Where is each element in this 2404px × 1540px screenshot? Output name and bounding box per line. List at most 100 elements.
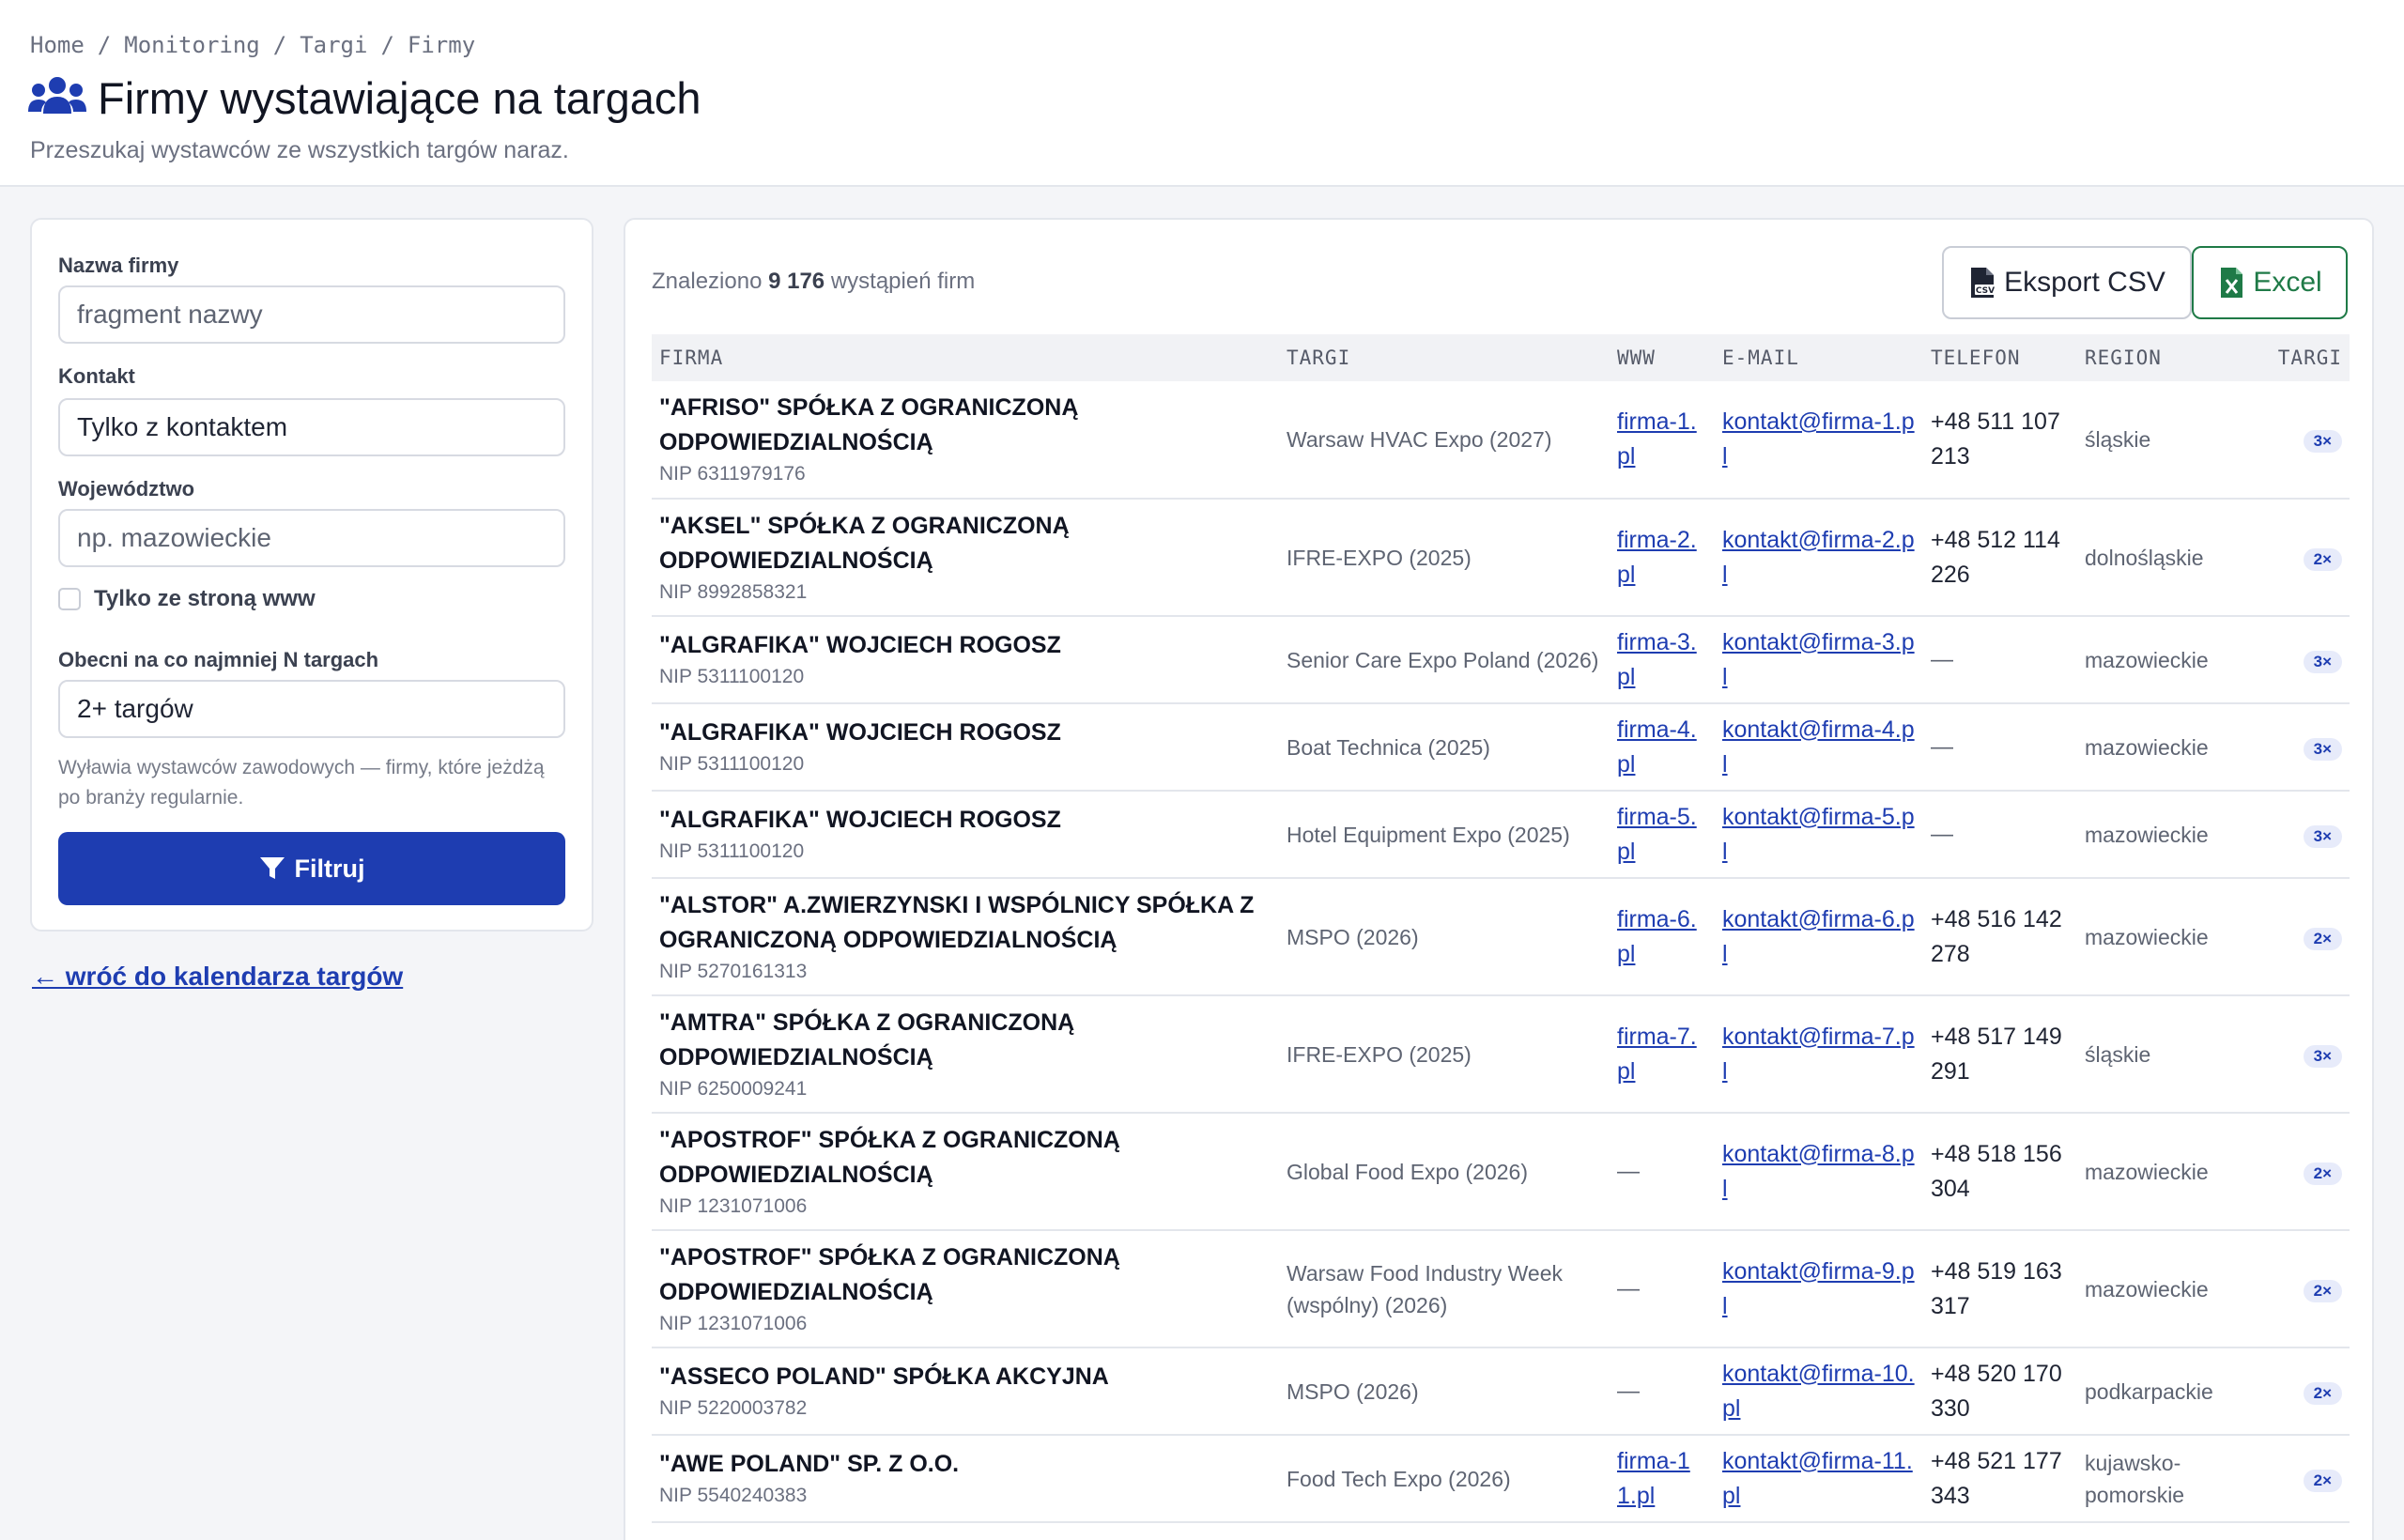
- www-link[interactable]: firma-3.pl: [1617, 629, 1697, 690]
- www-link[interactable]: firma-5.pl: [1617, 804, 1697, 865]
- table-row: "AKSEL" SPÓŁKA Z OGRANICZONĄ ODPOWIEDZIA…: [652, 499, 2350, 617]
- cell-www: firma-7.pl: [1610, 995, 1715, 1114]
- col-region[interactable]: REGION: [2077, 334, 2241, 381]
- col-www[interactable]: WWW: [1610, 334, 1715, 381]
- fair-count-badge: 2×: [2303, 927, 2342, 950]
- cell-firm: "ALSTOR" A.ZWIERZYNSKI I WSPÓLNICY SPÓŁK…: [652, 878, 1279, 996]
- cell-fair-count: 2×: [2241, 1230, 2350, 1348]
- region-name: śląskie: [2085, 1041, 2151, 1067]
- cell-www: firma-6.pl: [1610, 878, 1715, 996]
- firm-nip: NIP 6311979176: [659, 463, 806, 485]
- firm-nip: NIP 1231071006: [659, 1312, 808, 1334]
- users-icon: [28, 77, 86, 114]
- cell-fair: Senior Care Expo Poland (2026): [1279, 616, 1610, 704]
- fair-count-badge: 3×: [2303, 824, 2342, 848]
- cell-region: dolnośląskie: [2077, 499, 2241, 617]
- cell-phone: +48 518 156 304: [1923, 1113, 2077, 1231]
- email-link[interactable]: kontakt@firma-7.pl: [1722, 1024, 1915, 1085]
- col-targi-count[interactable]: TARGI: [2241, 334, 2350, 381]
- filter-button[interactable]: Filtruj: [58, 832, 565, 905]
- firm-nip: NIP 5311100120: [659, 753, 805, 775]
- cell-email: kontakt@firma-10.pl: [1715, 1348, 1923, 1436]
- cell-fair: Global Food Expo (2026): [1279, 1113, 1610, 1231]
- contact-select[interactable]: Tylko z kontaktem: [58, 398, 565, 456]
- email-link[interactable]: kontakt@firma-6.pl: [1722, 906, 1915, 967]
- firm-name: "ASSECO POLAND" SPÓŁKA AKCYJNA: [659, 1363, 1109, 1390]
- fair-count-badge: 2×: [2303, 547, 2342, 571]
- cell-fair: MSPO (2026): [1279, 878, 1610, 996]
- col-firma[interactable]: FIRMA: [652, 334, 1279, 381]
- file-excel-icon: [2221, 268, 2243, 298]
- www-link[interactable]: firma-1.pl: [1617, 408, 1697, 470]
- cell-fair: Warsaw Food Industry Week (wspólny) (202…: [1279, 1230, 1610, 1348]
- email-link[interactable]: kontakt@firma-1.pl: [1722, 408, 1915, 470]
- export-excel-button[interactable]: Excel: [2192, 246, 2348, 319]
- col-telefon[interactable]: TELEFON: [1923, 334, 2077, 381]
- fair-count-badge: 3×: [2303, 650, 2342, 673]
- results-count: Znaleziono 9 176 wystąpień firm: [652, 269, 976, 294]
- company-name-input[interactable]: fragment nazwy: [58, 285, 565, 344]
- back-to-calendar-link[interactable]: ← wróć do kalendarza targów: [32, 962, 403, 992]
- email-link[interactable]: kontakt@firma-4.pl: [1722, 716, 1915, 778]
- cell-email: kontakt@firma-8.pl: [1715, 1113, 1923, 1231]
- email-link[interactable]: kontakt@firma-11.pl: [1722, 1448, 1913, 1509]
- www-only-row[interactable]: Tylko ze stroną www: [58, 586, 316, 612]
- breadcrumb-monitoring[interactable]: Monitoring: [124, 32, 260, 58]
- www-link[interactable]: firma-6.pl: [1617, 906, 1697, 967]
- cell-www: —: [1610, 1113, 1715, 1231]
- export-csv-button[interactable]: CSV Eksport CSV: [1942, 246, 2192, 319]
- col-targi[interactable]: TARGI: [1279, 334, 1610, 381]
- min-fairs-select[interactable]: 2+ targów: [58, 680, 565, 738]
- cell-www: firma-3.pl: [1610, 616, 1715, 704]
- col-email[interactable]: E-MAIL: [1715, 334, 1923, 381]
- breadcrumb-targi[interactable]: Targi: [300, 32, 367, 58]
- region-input[interactable]: np. mazowieckie: [58, 509, 565, 567]
- fair-name: Warsaw Food Industry Week (wspólny) (202…: [1287, 1260, 1563, 1317]
- www-empty: —: [1617, 1275, 1640, 1301]
- email-link[interactable]: kontakt@firma-8.pl: [1722, 1141, 1915, 1202]
- table-row: "ASSECO POLAND" SPÓŁKA AKCYJNA NIP 522000…: [652, 1348, 2350, 1436]
- www-only-checkbox[interactable]: [58, 588, 81, 610]
- fair-count-badge: 2×: [2303, 1279, 2342, 1302]
- cell-www: firma-2.pl: [1610, 499, 1715, 617]
- www-link[interactable]: firma-7.pl: [1617, 1024, 1697, 1085]
- email-link[interactable]: kontakt@firma-9.pl: [1722, 1258, 1915, 1319]
- firm-name: "APOSTROF" SPÓŁKA Z OGRANICZONĄ ODPOWIED…: [659, 1126, 1120, 1188]
- fair-name: MSPO (2026): [1287, 1378, 1419, 1404]
- cell-fair-count: 3×: [2241, 381, 2350, 500]
- cell-fair-count: 2×: [2241, 499, 2350, 617]
- www-link[interactable]: firma-4.pl: [1617, 716, 1697, 778]
- www-link[interactable]: firma-11.pl: [1617, 1448, 1690, 1509]
- cell-firm: "APOSTROF" SPÓŁKA Z OGRANICZONĄ ODPOWIED…: [652, 1113, 1279, 1231]
- fair-count-badge: 2×: [2303, 1162, 2342, 1185]
- cell-region: mazowieckie: [2077, 616, 2241, 704]
- filter-icon: [259, 857, 285, 879]
- cell-email: kontakt@firma-5.pl: [1715, 791, 1923, 879]
- cell-region: mazowieckie: [2077, 791, 2241, 879]
- phone-number: +48 519 163 317: [1931, 1257, 2062, 1319]
- www-link[interactable]: firma-2.pl: [1617, 527, 1697, 588]
- filter-button-label: Filtruj: [294, 854, 365, 883]
- company-name-label: Nazwa firmy: [58, 254, 179, 277]
- region-name: mazowieckie: [2085, 1159, 2209, 1184]
- table-row: "ALGRAFIKA" WOJCIECH ROGOSZ NIP 531110012…: [652, 791, 2350, 879]
- breadcrumb-home[interactable]: Home: [30, 32, 85, 58]
- cell-phone: +48 512 114 226: [1923, 499, 2077, 617]
- email-link[interactable]: kontakt@firma-5.pl: [1722, 804, 1915, 865]
- table-row: "ALGRAFIKA" WOJCIECH ROGOSZ NIP 531110012…: [652, 616, 2350, 704]
- cell-region: kujawsko-pomorskie: [2077, 1435, 2241, 1523]
- fair-name: Boat Technica (2025): [1287, 734, 1490, 760]
- fair-count-badge: 3×: [2303, 430, 2342, 453]
- cell-fair-count: 3×: [2241, 703, 2350, 792]
- table-row: "AWE POLAND" SP. Z O.O. NIP 5540240383 Foo…: [652, 1435, 2350, 1523]
- cell-www: firma-1.pl: [1610, 381, 1715, 500]
- cell-firm: "AMTRA" SPÓŁKA Z OGRANICZONĄ ODPOWIEDZIA…: [652, 995, 1279, 1114]
- email-link[interactable]: kontakt@firma-3.pl: [1722, 629, 1915, 690]
- cell-firm: "ALGRAFIKA" WOJCIECH ROGOSZ NIP 531110012…: [652, 616, 1279, 704]
- cell-fair: Warsaw HVAC Expo (2027): [1279, 381, 1610, 500]
- email-link[interactable]: kontakt@firma-10.pl: [1722, 1361, 1915, 1422]
- filter-panel: Nazwa firmy fragment nazwy Kontakt Tylko…: [30, 218, 593, 932]
- region-name: mazowieckie: [2085, 647, 2209, 672]
- cell-fair-count: 3×: [2241, 791, 2350, 879]
- email-link[interactable]: kontakt@firma-2.pl: [1722, 527, 1915, 588]
